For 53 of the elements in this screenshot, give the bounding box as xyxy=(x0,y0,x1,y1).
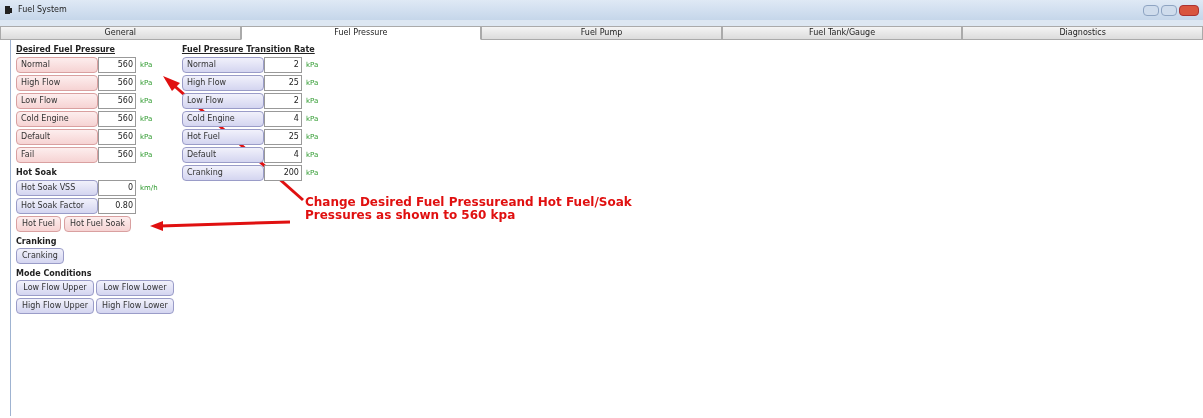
input-field[interactable]: 4 xyxy=(263,147,302,163)
action-button[interactable]: Hot Fuel Soak xyxy=(63,216,131,232)
input-field[interactable]: 0.80 xyxy=(98,198,136,214)
field-label: Fail xyxy=(16,147,98,163)
tab[interactable]: Diagnostics xyxy=(962,26,1203,40)
input-field[interactable]: 560 xyxy=(98,75,136,91)
tab[interactable]: Fuel Pressure xyxy=(240,26,482,40)
field-label: Cranking xyxy=(181,165,264,181)
field-label: Cold Engine xyxy=(16,111,98,127)
field-label: Low Flow xyxy=(181,93,264,109)
field-label: Hot Soak Factor xyxy=(16,198,98,214)
action-button[interactable]: Low Flow Upper xyxy=(16,280,94,296)
action-button[interactable]: Cranking xyxy=(16,248,64,264)
section-title: Desired Fuel Pressure xyxy=(16,44,116,56)
tab[interactable]: General xyxy=(0,26,241,40)
input-field[interactable]: 560 xyxy=(98,93,136,109)
input-field[interactable]: 25 xyxy=(263,129,302,145)
field-label: High Flow xyxy=(16,75,98,91)
fuel-pump-icon xyxy=(4,5,14,15)
window-title: Fuel System xyxy=(18,4,67,16)
action-button[interactable]: High Flow Lower xyxy=(95,298,174,314)
field-label: Normal xyxy=(16,57,98,73)
input-field[interactable]: 0 xyxy=(98,180,136,196)
input-field[interactable]: 560 xyxy=(98,111,136,127)
field-label: Default xyxy=(16,129,98,145)
tab[interactable]: Fuel Pump xyxy=(481,26,722,40)
input-field[interactable]: 560 xyxy=(98,129,136,145)
annotation-text: Change Desired Fuel Pressureand Hot Fuel/Soak Pressures as shown to 560 kpa xyxy=(305,196,632,222)
field-label: High Flow xyxy=(181,75,264,91)
input-field[interactable]: 4 xyxy=(263,111,302,127)
action-button[interactable]: Hot Fuel xyxy=(16,216,61,232)
field-label: Cold Engine xyxy=(181,111,264,127)
action-button[interactable]: Low Flow Lower xyxy=(95,280,174,296)
input-field[interactable]: 2 xyxy=(263,93,302,109)
field-label: Hot Fuel xyxy=(181,129,264,145)
section-title: Fuel Pressure Transition Rate xyxy=(181,44,316,56)
section-title: Mode Conditions xyxy=(16,268,93,280)
maximize-button[interactable] xyxy=(1161,4,1177,16)
input-field[interactable]: 560 xyxy=(98,57,136,73)
section-title: Cranking xyxy=(16,236,58,248)
field-label: Hot Soak VSS xyxy=(16,180,98,196)
section-title: Hot Soak xyxy=(16,167,58,179)
input-field[interactable]: 2 xyxy=(263,57,302,73)
input-field[interactable]: 25 xyxy=(263,75,302,91)
field-label: Normal xyxy=(181,57,264,73)
tab[interactable]: Fuel Tank/Gauge xyxy=(721,26,963,40)
input-field[interactable]: 560 xyxy=(98,147,136,163)
minimize-button[interactable] xyxy=(1143,4,1159,16)
action-button[interactable]: High Flow Upper xyxy=(16,298,94,314)
close-button[interactable] xyxy=(1179,4,1199,16)
input-field[interactable]: 200 xyxy=(263,165,302,181)
field-label: Default xyxy=(181,147,264,163)
field-label: Low Flow xyxy=(16,93,98,109)
